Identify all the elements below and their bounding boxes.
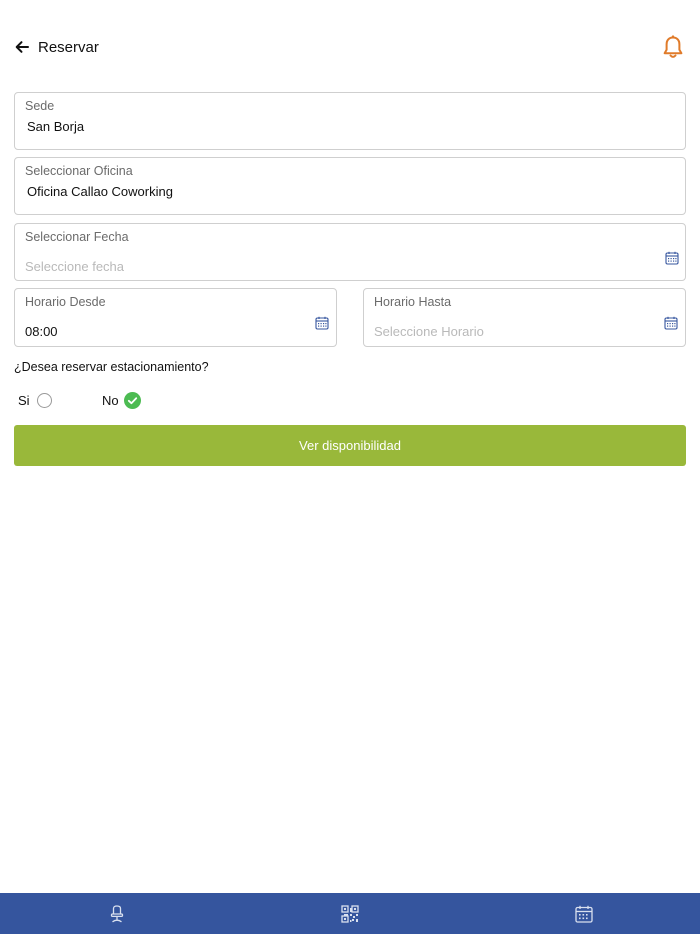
tab-qr[interactable] xyxy=(233,893,466,934)
horario-hasta-placeholder: Seleccione Horario xyxy=(374,324,484,339)
check-circle-icon[interactable] xyxy=(123,391,141,409)
parking-option-no[interactable]: No xyxy=(102,390,141,410)
bottom-tab-bar xyxy=(0,893,700,934)
oficina-value: Oficina Callao Coworking xyxy=(27,184,173,199)
sede-field[interactable]: Sede San Borja xyxy=(14,92,686,150)
horario-desde-field[interactable]: Horario Desde 08:00 xyxy=(14,288,337,347)
tab-reservar[interactable] xyxy=(0,893,233,934)
calendar-icon[interactable] xyxy=(315,316,329,330)
parking-option-label: Si xyxy=(18,392,30,408)
sede-label: Sede xyxy=(25,99,55,113)
calendar-icon xyxy=(574,905,593,923)
oficina-label: Seleccionar Oficina xyxy=(25,164,133,178)
horario-desde-label: Horario Desde xyxy=(25,295,106,309)
oficina-field[interactable]: Seleccionar Oficina Oficina Callao Cowor… xyxy=(14,157,686,215)
radio-unchecked-icon[interactable] xyxy=(36,392,52,408)
page-title: Reservar xyxy=(38,38,99,56)
ver-disponibilidad-button[interactable]: Ver disponibilidad xyxy=(14,425,686,466)
calendar-icon[interactable] xyxy=(665,251,679,265)
parking-option-si[interactable]: Si xyxy=(18,390,52,410)
calendar-icon[interactable] xyxy=(664,316,678,330)
horario-hasta-field[interactable]: Horario Hasta Seleccione Horario xyxy=(363,288,686,347)
sede-value: San Borja xyxy=(27,119,85,134)
horario-desde-value: 08:00 xyxy=(25,324,58,339)
fecha-placeholder: Seleccione fecha xyxy=(25,259,125,274)
parking-question: ¿Desea reservar estacionamiento? xyxy=(14,360,209,374)
fecha-field[interactable]: Seleccionar Fecha Seleccione fecha xyxy=(14,223,686,281)
fecha-label: Seleccionar Fecha xyxy=(25,230,129,244)
back-button[interactable]: Reservar xyxy=(14,36,99,58)
qr-code-icon xyxy=(340,904,359,923)
app-header: Reservar xyxy=(0,0,700,92)
bell-icon[interactable] xyxy=(661,34,685,60)
desk-chair-icon xyxy=(110,904,123,922)
arrow-left-icon xyxy=(15,41,29,53)
horario-hasta-label: Horario Hasta xyxy=(374,295,452,309)
tab-calendar[interactable] xyxy=(467,893,700,934)
parking-option-label: No xyxy=(102,392,119,408)
